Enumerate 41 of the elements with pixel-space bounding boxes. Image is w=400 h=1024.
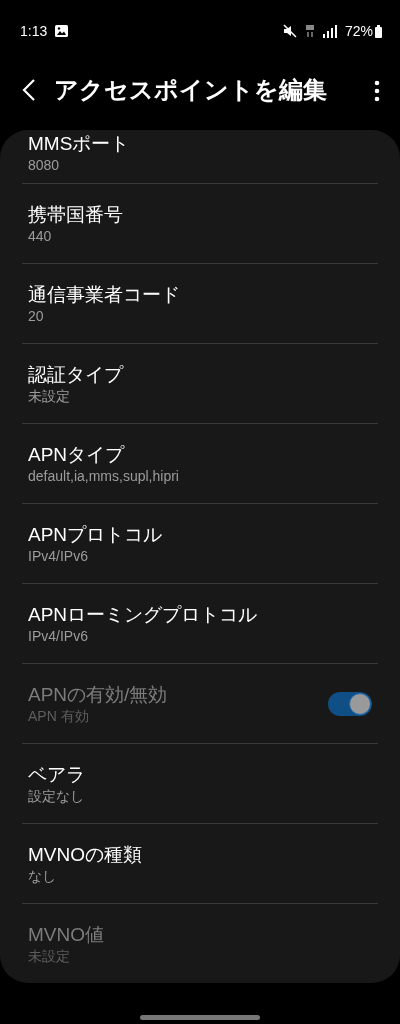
- settings-row[interactable]: 携帯国番号 440: [22, 184, 378, 264]
- setting-label: APNタイプ: [28, 442, 126, 467]
- setting-label: MVNO値: [28, 923, 105, 947]
- clock-time: 1:13: [20, 21, 48, 41]
- setting-label: APNの有効/無効: [28, 682, 169, 707]
- back-button[interactable]: [22, 77, 36, 103]
- setting-value: 未設定: [28, 947, 71, 965]
- setting-label: 通信事業者コード: [28, 282, 181, 307]
- more-options-button[interactable]: [374, 78, 380, 102]
- setting-label: 認証タイプ: [28, 362, 125, 387]
- battery-level: 72%: [344, 21, 373, 41]
- setting-value: 未設定: [28, 386, 71, 405]
- setting-label: MVNOの種類: [28, 842, 143, 867]
- settings-row[interactable]: MMSポート 8080: [22, 130, 378, 184]
- setting-value: IPv4/IPv6: [28, 626, 89, 645]
- setting-value: 設定なし: [28, 786, 85, 805]
- battery-icon: [375, 24, 382, 38]
- settings-row[interactable]: ベアラ 設定なし: [22, 744, 378, 824]
- setting-value: 20: [28, 306, 45, 325]
- setting-label: MMSポート: [28, 132, 131, 156]
- settings-row[interactable]: APNプロトコル IPv4/IPv6: [22, 504, 378, 584]
- settings-row[interactable]: 通信事業者コード 20: [22, 264, 378, 344]
- setting-label: APNプロトコル: [28, 522, 164, 547]
- setting-label: ベアラ: [28, 762, 86, 787]
- settings-row[interactable]: APNタイプ default,ia,mms,supl,hipri: [22, 424, 378, 504]
- setting-value: APN 有効: [28, 706, 90, 725]
- signal-icon: [322, 24, 337, 38]
- setting-value: なし: [28, 866, 57, 885]
- setting-value: default,ia,mms,supl,hipri: [28, 466, 180, 485]
- mute-icon: [282, 24, 297, 38]
- setting-value: 8080: [28, 156, 61, 174]
- page-title: アクセスポイントを編集: [54, 75, 328, 105]
- image-icon: [55, 25, 69, 37]
- network-icon: [304, 24, 315, 38]
- settings-row[interactable]: 認証タイプ 未設定: [22, 344, 378, 424]
- setting-label: APNローミングプロトコル: [28, 602, 259, 627]
- settings-row[interactable]: APNローミングプロトコル IPv4/IPv6: [22, 584, 378, 664]
- setting-value: IPv4/IPv6: [28, 546, 89, 565]
- settings-row[interactable]: MVNOの種類 なし: [22, 824, 378, 904]
- setting-label: 携帯国番号: [28, 202, 124, 227]
- setting-value: 440: [28, 226, 53, 245]
